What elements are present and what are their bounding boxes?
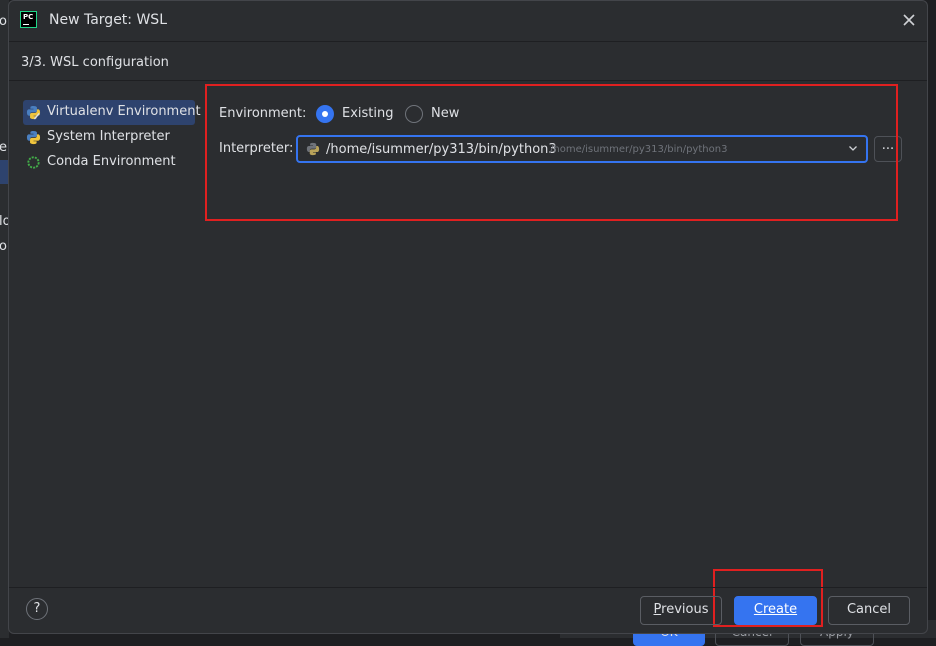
sidebar-item-virtualenv[interactable]: Virtualenv Environment bbox=[23, 100, 201, 125]
step-header: 3/3. WSL configuration bbox=[9, 41, 927, 81]
button-label: reate bbox=[762, 602, 798, 617]
python-icon bbox=[26, 130, 41, 145]
mnemonic-letter: P bbox=[653, 602, 662, 617]
pycharm-logo-icon: PC bbox=[20, 11, 37, 28]
background-selection bbox=[0, 160, 8, 184]
conda-icon bbox=[27, 156, 40, 169]
virtualenv-icon bbox=[26, 105, 41, 120]
previous-button[interactable]: Previous bbox=[640, 596, 722, 625]
sidebar-item-label: Conda Environment bbox=[47, 154, 176, 169]
logo-text: PC bbox=[23, 13, 34, 21]
background-text-fragment: o bbox=[0, 14, 7, 29]
dialog-footer: ? Previous Create Cancel bbox=[9, 587, 927, 633]
dialog-titlebar: PC New Target: WSL bbox=[9, 1, 927, 41]
sidebar-item-system-interpreter[interactable]: System Interpreter bbox=[23, 125, 195, 150]
button-label: revious bbox=[661, 602, 709, 617]
close-icon[interactable] bbox=[899, 10, 919, 30]
background-text-fragment: o bbox=[0, 239, 7, 254]
new-target-dialog: PC New Target: WSL 3/3. WSL configuratio… bbox=[8, 0, 928, 634]
sidebar-item-conda[interactable]: Conda Environment bbox=[23, 150, 195, 175]
environment-type-list: Virtualenv Environment System Interprete… bbox=[23, 100, 201, 175]
annotation-highlight-form bbox=[205, 84, 898, 221]
mnemonic-letter: C bbox=[753, 602, 763, 617]
help-button[interactable]: ? bbox=[26, 598, 48, 620]
step-title: 3/3. WSL configuration bbox=[21, 55, 169, 70]
sidebar-item-label: System Interpreter bbox=[47, 129, 170, 144]
dialog-title: New Target: WSL bbox=[49, 12, 167, 28]
create-button[interactable]: Create bbox=[734, 596, 817, 625]
cancel-button[interactable]: Cancel bbox=[828, 596, 910, 625]
sidebar-item-label: Virtualenv Environment bbox=[47, 104, 201, 119]
